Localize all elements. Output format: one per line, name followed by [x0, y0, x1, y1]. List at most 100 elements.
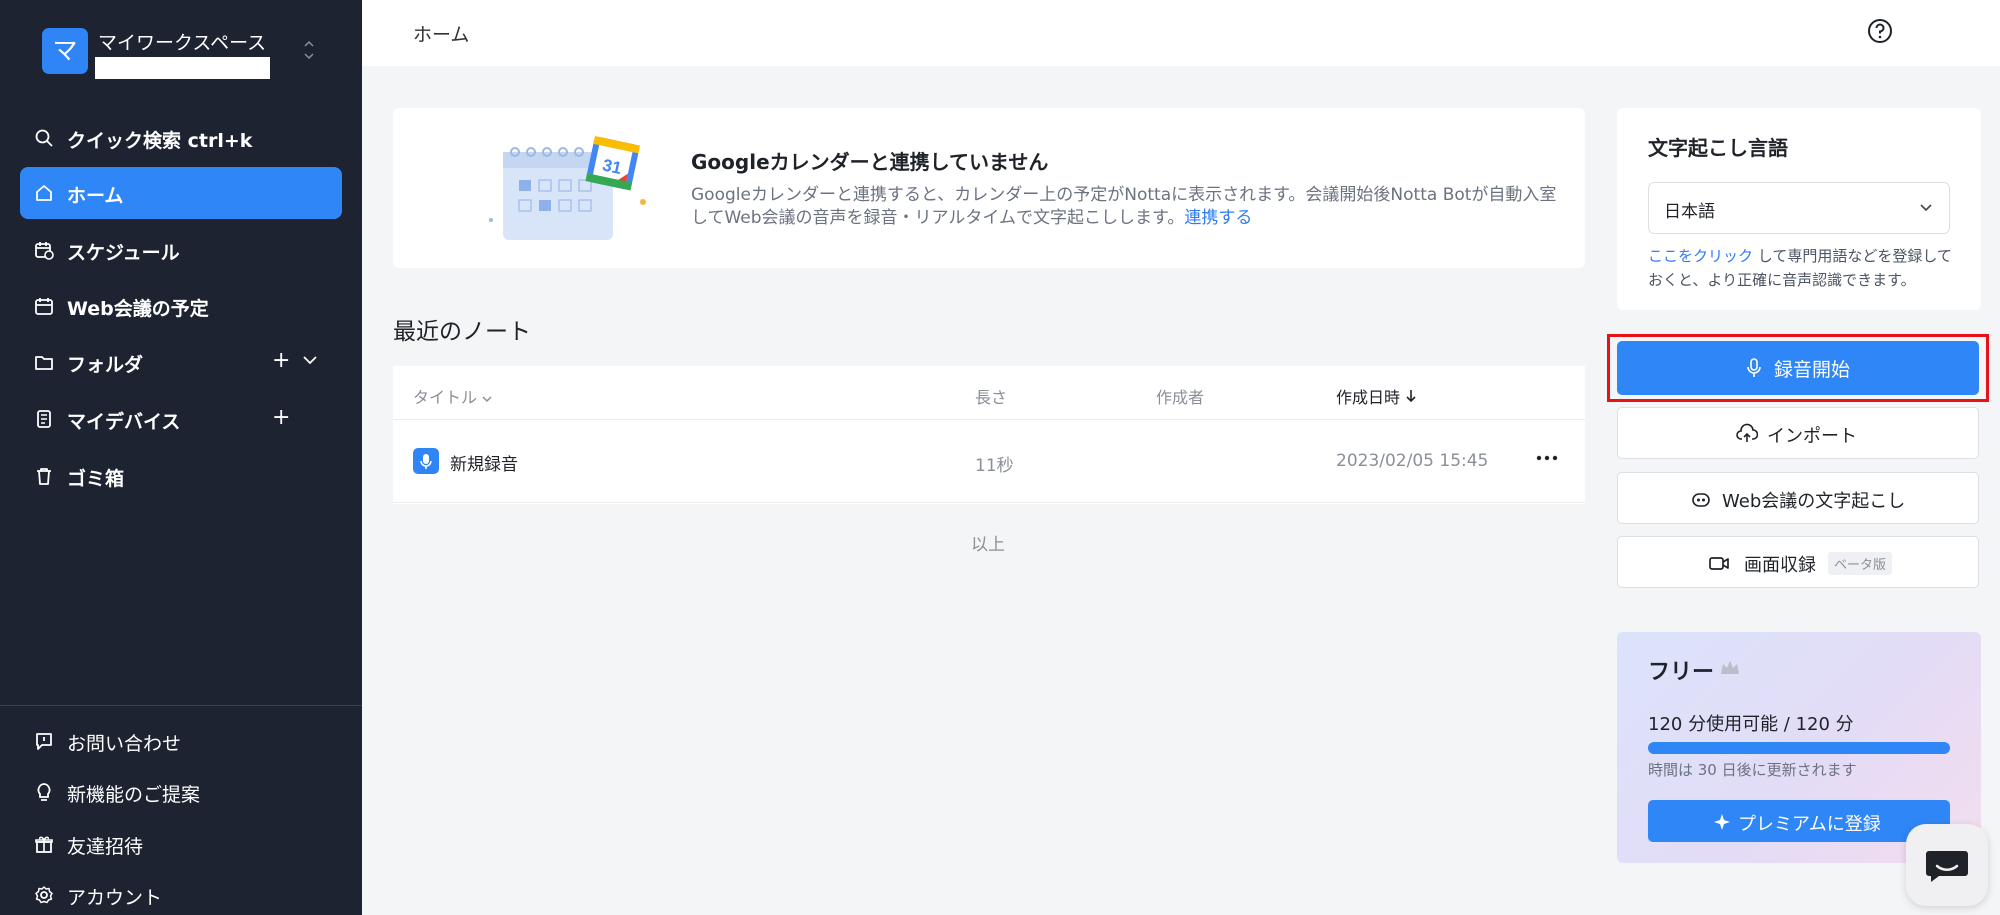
arrow-down-icon [1406, 390, 1416, 403]
folder-icon [35, 356, 53, 370]
sidebar-item-folders[interactable]: フォルダ + [20, 336, 342, 388]
language-title: 文字起こし言語 [1648, 136, 1788, 160]
video-camera-icon [1709, 557, 1729, 570]
usage-progress-bar [1648, 742, 1950, 754]
notes-table: タイトル 長さ 作成者 作成日時 新規録音 11秒 2023/02/05 15:… [393, 366, 1585, 504]
upgrade-premium-label: プレミアムに登録 [1738, 814, 1881, 835]
note-length: 11秒 [975, 456, 1014, 476]
sidebar-item-label: お問い合わせ [67, 733, 182, 755]
breadcrumb: ホーム [413, 24, 470, 46]
sidebar-item-home[interactable]: ホーム [20, 167, 342, 219]
web-meeting-transcription-button[interactable]: Web会議の文字起こし [1617, 472, 1979, 524]
calendar-illustration: 31 [489, 136, 646, 240]
gift-icon [35, 836, 53, 853]
sidebar-item-label: クイック検索 ctrl+k [67, 130, 253, 152]
column-length-header[interactable]: 長さ [975, 384, 1007, 408]
plan-usage: 120 分使用可能 / 120 分 [1648, 714, 1854, 735]
sidebar-item-feature-request[interactable]: 新機能のご提案 [20, 766, 342, 818]
workspace-switcher[interactable]: マ マイワークスペース [40, 26, 340, 82]
column-title-label: タイトル [413, 388, 478, 407]
note-title[interactable]: 新規録音 [450, 450, 518, 475]
sidebar-item-label: フォルダ [67, 354, 144, 376]
upgrade-premium-button[interactable]: プレミアムに登録 [1648, 800, 1950, 842]
calendar-icon [35, 298, 53, 315]
sidebar-item-label: マイデバイス [67, 411, 181, 433]
sidebar-item-label: アカウント [67, 887, 163, 909]
chat-icon [1926, 851, 1968, 882]
search-icon [35, 129, 53, 147]
recent-notes-title: 最近のノート [393, 319, 531, 345]
start-recording-label: 録音開始 [1774, 359, 1851, 381]
device-icon [37, 410, 51, 428]
redacted-email [95, 57, 270, 79]
bot-icon [1692, 493, 1710, 507]
chevron-down-icon [482, 396, 492, 403]
language-select[interactable]: 日本語 [1648, 182, 1950, 234]
sidebar-item-label: スケジュール [67, 242, 180, 264]
sidebar-item-label: 友達招待 [67, 836, 144, 858]
settings-icon [35, 886, 53, 904]
workspace-name: マイワークスペース [98, 32, 267, 54]
table-header: タイトル 長さ 作成者 作成日時 [393, 366, 1585, 420]
help-icon[interactable] [1867, 18, 1893, 44]
sidebar-item-schedule[interactable]: スケジュール [20, 224, 342, 276]
recording-icon [413, 448, 439, 474]
import-button[interactable]: インポート [1617, 407, 1979, 459]
column-title-header[interactable]: タイトル [413, 384, 492, 408]
usage-progress-fill [1648, 742, 1950, 754]
language-hint: ここをクリック して専門用語などを登録しておくと、より正確に音声認識できます。 [1648, 244, 1958, 292]
add-device-icon[interactable]: + [272, 405, 290, 430]
crown-icon [1721, 661, 1739, 674]
calendar-banner: 31 Googleカレンダーと連携していません Googleカレンダーと連携する… [393, 108, 1585, 268]
plan-title: フリー [1648, 660, 1715, 685]
column-created-header[interactable]: 作成日時 [1336, 384, 1417, 408]
sidebar: マ マイワークスペース クイック検索 ctrl+k ホーム スケジュール Web… [0, 0, 362, 915]
home-icon [36, 185, 52, 201]
web-meeting-transcription-label: Web会議の文字起こし [1722, 491, 1906, 512]
trash-icon [37, 468, 51, 485]
transcription-language-card: 文字起こし言語 日本語 ここをクリック して専門用語などを登録しておくと、より正… [1617, 108, 1981, 310]
chevron-down-icon [1920, 204, 1932, 212]
screen-record-label: 画面収録 [1744, 555, 1816, 576]
chat-support-button[interactable] [1906, 824, 1988, 906]
column-created-label: 作成日時 [1336, 388, 1401, 407]
language-selected-value: 日本語 [1664, 202, 1715, 222]
switch-arrows-icon [304, 40, 314, 60]
custom-vocabulary-link[interactable]: ここをクリック [1648, 247, 1753, 265]
banner-title: Googleカレンダーと連携していません [691, 150, 1049, 174]
beta-badge: ベータ版 [1828, 552, 1893, 575]
start-recording-button[interactable]: 録音開始 [1617, 341, 1979, 395]
chevron-down-icon[interactable] [302, 354, 318, 366]
banner-description: Googleカレンダーと連携すると、カレンダー上の予定がNottaに表示されます… [691, 184, 1571, 230]
list-end-label: 以上 [971, 535, 1005, 555]
sidebar-item-invite-friends[interactable]: 友達招待 [20, 818, 342, 870]
plan-reset-note: 時間は 30 日後に更新されます [1648, 761, 1857, 779]
message-icon [36, 733, 52, 750]
note-created: 2023/02/05 15:45 [1336, 451, 1489, 471]
column-author-header[interactable]: 作成者 [1156, 384, 1204, 408]
sidebar-item-my-devices[interactable]: マイデバイス + [20, 393, 342, 445]
connect-calendar-link[interactable]: 連携する [1184, 208, 1252, 228]
header: ホーム [362, 0, 2000, 66]
sidebar-item-account[interactable]: アカウント [20, 869, 342, 915]
table-row[interactable]: 新規録音 11秒 2023/02/05 15:45 [393, 421, 1585, 503]
more-icon[interactable] [1535, 454, 1559, 462]
sidebar-item-label: ホーム [67, 185, 124, 207]
import-label: インポート [1767, 426, 1857, 447]
microphone-icon [1747, 358, 1761, 377]
workspace-avatar: マ [42, 28, 88, 74]
sidebar-item-contact[interactable]: お問い合わせ [20, 715, 342, 767]
sidebar-item-trash[interactable]: ゴミ箱 [20, 450, 342, 502]
sidebar-item-quick-search[interactable]: クイック検索 ctrl+k [20, 112, 342, 164]
sidebar-item-web-meetings[interactable]: Web会議の予定 [20, 280, 342, 332]
sparkle-icon [1714, 814, 1730, 830]
screen-record-button[interactable]: 画面収録 ベータ版 [1617, 536, 1979, 588]
calendar-clock-icon [35, 242, 54, 260]
banner-description-text: Googleカレンダーと連携すると、カレンダー上の予定がNottaに表示されます… [691, 185, 1557, 228]
sidebar-item-label: 新機能のご提案 [67, 784, 201, 806]
sidebar-item-label: Web会議の予定 [67, 298, 209, 320]
sidebar-divider [0, 705, 362, 706]
calendar-day-number: 31 [601, 155, 623, 178]
add-folder-icon[interactable]: + [272, 348, 290, 373]
cloud-upload-icon [1736, 423, 1758, 442]
